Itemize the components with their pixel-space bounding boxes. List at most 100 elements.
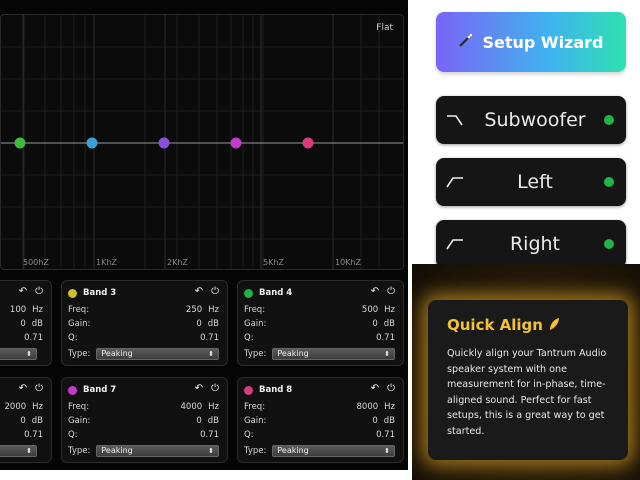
q-value[interactable]: 0.71 [376,430,395,442]
band-card-7: Band 7 ↶ ⏻ Freq: 4000 Hz Gain: 0 dB Q: 0.71 T… [61,377,228,463]
power-icon[interactable]: ⏻ [387,286,395,297]
eq-band-handle[interactable] [86,137,98,149]
freq-label-5k: 5KhZ [263,258,284,267]
freq-row: 100 Hz [9,305,43,317]
freq-value[interactable]: 100 [10,305,26,317]
band-color-dot [244,288,253,298]
freq-value[interactable]: 4000 [181,402,203,414]
eq-grid [1,15,403,269]
band-controls: ↶ ⏻ [195,383,219,394]
q-value[interactable]: 0.71 [200,430,219,442]
freq-value[interactable]: 500 [362,305,378,317]
band-card-8: Band 8 ↶ ⏻ Freq: 8000 Hz Gain: 0 dB Q: 0.71 T… [237,377,404,463]
gain-value[interactable]: 0 [196,319,201,331]
freq-label-2k: 2KhZ [167,258,188,267]
feather-icon [548,316,560,334]
quick-align-description: Quickly align your Tantrum Audio speaker… [447,348,607,437]
band-card-6: ↶ ⏻ 2000 Hz 0 dB 0.71 ⬍ [0,377,52,463]
type-row: Type: Peaking ⬍ [68,445,219,457]
type-row: Type: Peaking ⬍ [244,445,395,457]
quick-align-card[interactable]: Quick Align Quickly align your Tantrum A… [428,300,628,460]
type-select[interactable]: Peaking ⬍ [96,348,219,360]
gain-row: Gain: 0 dB [68,416,219,428]
type-select[interactable]: Peaking ⬍ [272,445,395,457]
q-row: Q: 0.71 [68,333,219,345]
gain-value[interactable]: 0 [372,416,377,428]
band-color-dot [68,288,77,298]
power-icon[interactable]: ⏻ [387,383,395,394]
eq-panel: Flat 500hZ 1KhZ 2KhZ 5KhZ 10KhZ ↶ ⏻ 100 H… [0,0,408,470]
undo-icon[interactable]: ↶ [195,383,203,394]
power-icon[interactable]: ⏻ [211,383,219,394]
freq-row: Freq: 4000 Hz [68,402,219,414]
speaker-label: Left [517,171,553,193]
band-color-dot [68,385,77,395]
band-title: Band 7 [83,385,117,395]
type-select[interactable]: ⬍ [0,348,37,360]
eq-band-handle[interactable] [302,137,314,149]
freq-label-1k: 1KhZ [96,258,117,267]
band-controls: ↶ ⏻ [19,286,43,297]
setup-wizard-button[interactable]: Setup Wizard [436,12,626,72]
freq-row: Freq: 8000 Hz [244,402,395,414]
power-icon[interactable]: ⏻ [211,286,219,297]
band-controls: ↶ ⏻ [195,286,219,297]
type-select[interactable]: ⬍ [0,445,37,457]
power-icon[interactable]: ⏻ [35,286,43,297]
type-row: Type: Peaking ⬍ [244,348,395,360]
band-title: Band 8 [259,385,293,395]
undo-icon[interactable]: ↶ [371,383,379,394]
q-value[interactable]: 0.71 [376,333,395,345]
band-title: Band 4 [259,288,293,298]
power-icon[interactable]: ⏻ [35,383,43,394]
speaker-right[interactable]: Right [436,220,626,268]
undo-icon[interactable]: ↶ [371,286,379,297]
freq-row: Freq: 250 Hz [68,305,219,317]
band-card-4: Band 4 ↶ ⏻ Freq: 500 Hz Gain: 0 dB Q: 0.71 Ty… [237,280,404,366]
q-row: Q: 0.71 [68,430,219,442]
gain-value[interactable]: 0 [20,416,25,428]
q-row: 0.71 [0,430,43,442]
high-cut-filter-icon [446,111,466,130]
eq-band-handle[interactable] [14,137,26,149]
q-value[interactable]: 0.71 [24,333,43,345]
undo-icon[interactable]: ↶ [19,383,27,394]
eq-band-handle[interactable] [158,137,170,149]
eq-graph[interactable]: Flat 500hZ 1KhZ 2KhZ 5KhZ 10KhZ [0,14,404,270]
gain-value[interactable]: 0 [196,416,201,428]
band-controls: ↶ ⏻ [371,286,395,297]
band-card-2: ↶ ⏻ 100 Hz 0 dB 0.71 ⬍ [0,280,52,366]
quick-align-title: Quick Align [447,316,560,334]
type-row: ⬍ [0,348,43,360]
q-row: Q: 0.71 [244,333,395,345]
freq-value[interactable]: 250 [186,305,202,317]
band-controls: ↶ ⏻ [371,383,395,394]
gain-value[interactable]: 0 [372,319,377,331]
eq-band-handle[interactable] [230,137,242,149]
type-select[interactable]: Peaking ⬍ [96,445,219,457]
q-value[interactable]: 0.71 [200,333,219,345]
band-title: Band 3 [83,288,117,298]
preset-label: Flat [376,23,393,33]
gain-row: 0 dB [20,416,43,428]
type-row: Type: Peaking ⬍ [68,348,219,360]
undo-icon[interactable]: ↶ [195,286,203,297]
gain-row: Gain: 0 dB [244,416,395,428]
gain-value[interactable]: 0 [20,319,25,331]
q-value[interactable]: 0.71 [24,430,43,442]
gain-row: Gain: 0 dB [68,319,219,331]
low-cut-filter-icon [446,173,466,192]
band-card-3: Band 3 ↶ ⏻ Freq: 250 Hz Gain: 0 dB Q: 0.71 Ty… [61,280,228,366]
freq-value[interactable]: 2000 [5,402,27,414]
gain-row: 0 dB [20,319,43,331]
status-dot [604,115,614,125]
freq-value[interactable]: 8000 [357,402,379,414]
gain-row: Gain: 0 dB [244,319,395,331]
speaker-left[interactable]: Left [436,158,626,206]
band-controls: ↶ ⏻ [19,383,43,394]
type-select[interactable]: Peaking ⬍ [272,348,395,360]
type-row: ⬍ [0,445,43,457]
undo-icon[interactable]: ↶ [19,286,27,297]
speaker-subwoofer[interactable]: Subwoofer [436,96,626,144]
magic-wand-icon [458,32,474,52]
